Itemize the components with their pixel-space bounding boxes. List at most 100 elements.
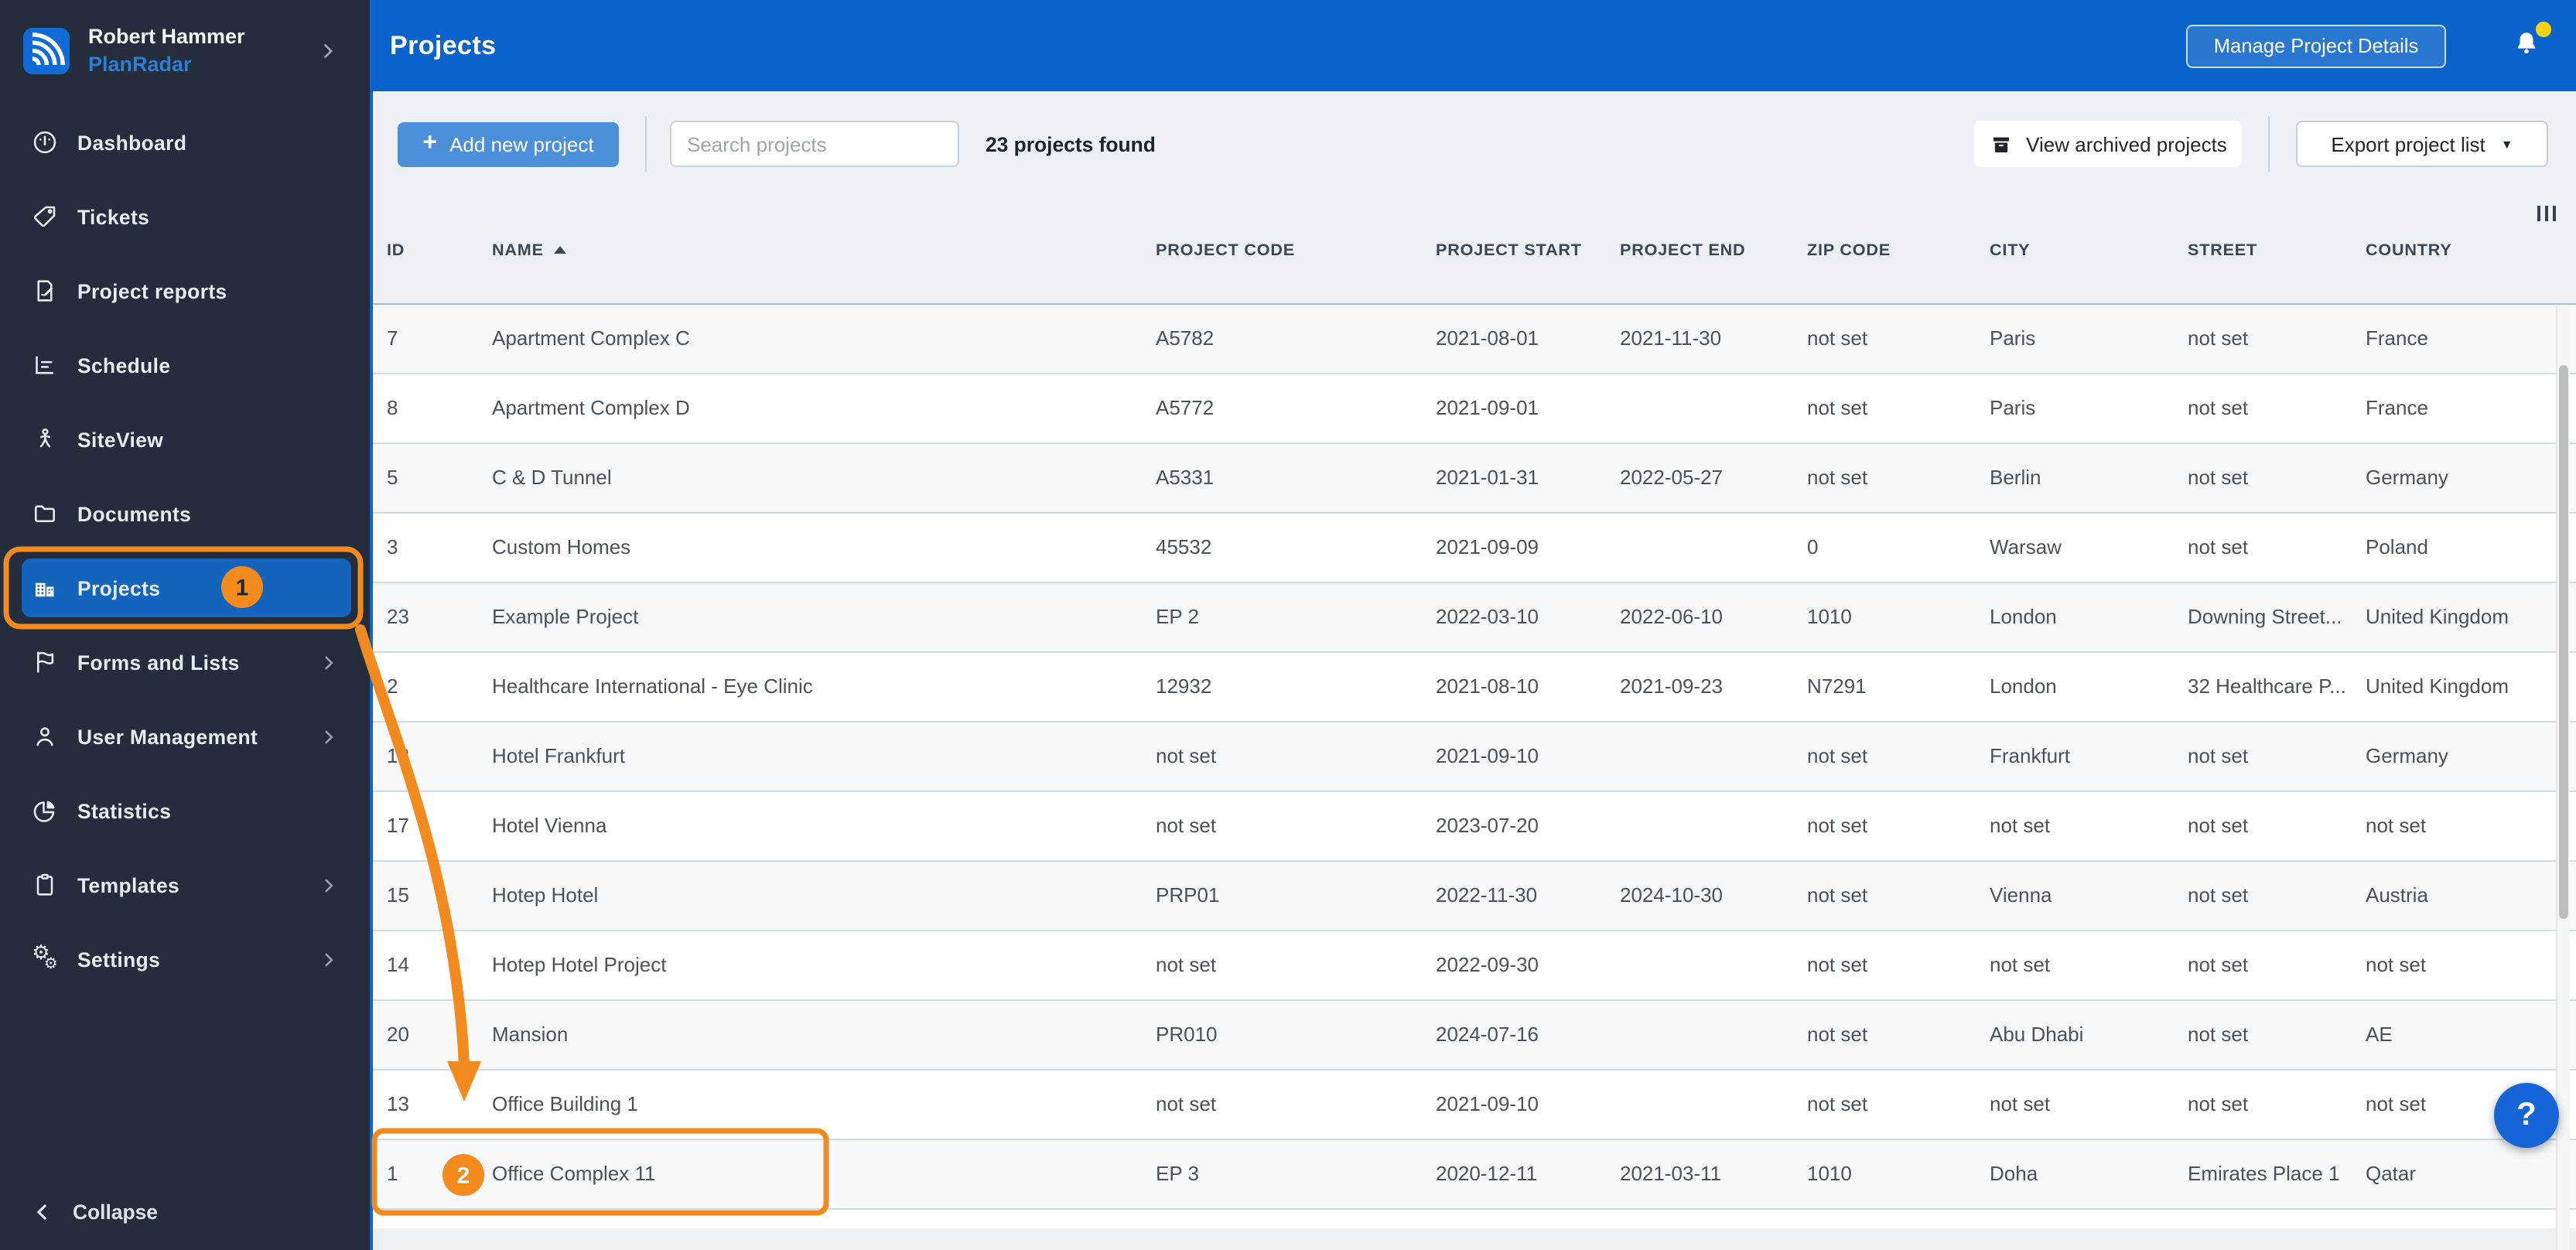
- folder-icon: [35, 505, 55, 523]
- cell-city: Doha: [1990, 1162, 2038, 1185]
- column-header-city[interactable]: CITY: [1990, 241, 2188, 259]
- cell-project-start: 2021-09-10: [1436, 744, 1539, 767]
- column-header-zip-code[interactable]: ZIP CODE: [1807, 241, 1990, 259]
- column-header-street[interactable]: STREET: [2188, 241, 2366, 259]
- sidebar-item-statistics[interactable]: Statistics: [0, 774, 370, 848]
- sidebar-item-documents[interactable]: Documents: [0, 476, 370, 551]
- cell-project-code: 12932: [1156, 675, 1212, 698]
- sidebar-item-tickets[interactable]: Tickets: [0, 179, 370, 254]
- sidebar-item-label: Tickets: [77, 205, 150, 228]
- chevron-left-icon: [36, 1204, 46, 1219]
- table-row[interactable]: 3 Custom Homes 45532 2021-09-09 0 Warsaw…: [373, 514, 2576, 583]
- notification-dot: [2536, 21, 2551, 36]
- cell-id: 20: [387, 1023, 409, 1046]
- help-button[interactable]: ?: [2494, 1083, 2559, 1148]
- cell-country: United Kingdom: [2366, 675, 2509, 698]
- cell-name: Custom Homes: [492, 535, 631, 558]
- sidebar-item-label: Dashboard: [77, 131, 187, 154]
- column-header-name[interactable]: NAME: [492, 241, 1156, 259]
- cell-name: Office Building 1: [492, 1092, 638, 1115]
- cell-project-start: 2021-09-01: [1436, 396, 1539, 419]
- sidebar-item-project-reports[interactable]: Project reports: [0, 254, 370, 328]
- tag-icon: [34, 206, 56, 227]
- column-header-id[interactable]: ID: [387, 241, 492, 259]
- table-row[interactable]: 13 Office Building 1 not set 2021-09-10 …: [373, 1071, 2576, 1140]
- cell-zip-code: not set: [1807, 466, 1868, 489]
- table-row[interactable]: 20 Mansion PR010 2024-07-16 not set Abu …: [373, 1001, 2576, 1071]
- cell-city: Frankfurt: [1990, 744, 2071, 767]
- cell-name: Apartment Complex D: [492, 396, 690, 419]
- dashboard-icon: [33, 131, 56, 154]
- sidebar-item-templates[interactable]: Templates: [0, 848, 370, 922]
- cell-id: 12: [387, 744, 409, 767]
- column-header-project-code[interactable]: PROJECT CODE: [1156, 241, 1436, 259]
- cell-street: 32 Healthcare P...: [2188, 675, 2346, 698]
- table-row[interactable]: 15 Hotep Hotel PRP01 2022-11-30 2024-10-…: [373, 862, 2576, 931]
- sidebar-item-schedule[interactable]: Schedule: [0, 328, 370, 402]
- sidebar-item-label: User Management: [77, 725, 258, 748]
- sidebar-item-dashboard[interactable]: Dashboard: [0, 105, 370, 179]
- table-row[interactable]: 14 Hotep Hotel Project not set 2022-09-3…: [373, 931, 2576, 1001]
- cell-city: Berlin: [1990, 466, 2041, 489]
- cell-name: Hotep Hotel: [492, 883, 599, 907]
- view-archived-projects-button[interactable]: View archived projects: [1974, 121, 2242, 167]
- chevron-right-icon: [325, 878, 333, 892]
- sidebar-item-siteview[interactable]: SiteView: [0, 402, 370, 476]
- column-header-project-end[interactable]: PROJECT END: [1620, 241, 1807, 259]
- export-project-list-button[interactable]: Export project list ▼: [2296, 121, 2548, 167]
- table-row-highlighted[interactable]: 1 Office Complex 11 EP 3 2020-12-11 2021…: [373, 1140, 2576, 1210]
- cell-zip-code: not set: [1807, 953, 1868, 976]
- table-row[interactable]: 17 Hotel Vienna not set 2023-07-20 not s…: [373, 792, 2576, 862]
- cell-country: Germany: [2366, 744, 2448, 767]
- table-row[interactable]: 8 Apartment Complex D A5772 2021-09-01 n…: [373, 374, 2576, 444]
- search-projects-input[interactable]: [670, 121, 959, 167]
- table-row[interactable]: 2 Healthcare International - Eye Clinic …: [373, 653, 2576, 722]
- cell-project-end: [1620, 374, 1807, 442]
- account-switcher[interactable]: Robert Hammer PlanRadar: [0, 0, 370, 101]
- cell-project-code: A5331: [1156, 466, 1215, 489]
- cell-project-end: [1620, 1001, 1807, 1069]
- cell-project-code: not set: [1156, 814, 1217, 837]
- chevron-right-icon: [325, 655, 333, 669]
- cell-name: Healthcare International - Eye Clinic: [492, 675, 813, 698]
- horizontal-scroll-area[interactable]: [373, 1228, 2576, 1250]
- cell-id: 5: [387, 466, 398, 489]
- cell-project-end: [1620, 514, 1807, 582]
- sidebar-collapse-button[interactable]: Collapse: [0, 1188, 158, 1235]
- notifications-button[interactable]: [2511, 21, 2551, 64]
- add-new-project-button[interactable]: + Add new project: [398, 121, 619, 166]
- cell-project-start: 2021-01-31: [1436, 466, 1539, 489]
- collapse-label: Collapse: [73, 1200, 158, 1223]
- table-row[interactable]: 5 C & D Tunnel A5331 2021-01-31 2022-05-…: [373, 444, 2576, 514]
- toolbar-divider: [645, 116, 647, 172]
- toolbar: +Add new project 23 projects found View …: [373, 91, 2576, 196]
- sidebar-item-forms-and-lists[interactable]: Forms and Lists: [0, 625, 370, 699]
- sidebar-item-settings[interactable]: ⚙ ⚙ Settings: [0, 922, 370, 996]
- sidebar-item-user-management[interactable]: User Management: [0, 699, 370, 774]
- manage-project-details-button[interactable]: Manage Project Details: [2186, 24, 2446, 67]
- cell-street: not set: [2188, 883, 2249, 907]
- clipboard-icon: [36, 873, 53, 896]
- column-header-country[interactable]: COUNTRY: [2366, 241, 2576, 259]
- cell-project-end: 2021-09-23: [1620, 675, 1723, 698]
- column-settings-icon[interactable]: [2537, 206, 2556, 221]
- sidebar-item-projects[interactable]: Projects: [22, 558, 351, 617]
- cell-project-code: 45532: [1156, 535, 1212, 558]
- sidebar-item-label: Documents: [77, 502, 192, 525]
- cell-project-end: [1620, 1071, 1807, 1139]
- cell-project-start: 2020-12-11: [1436, 1162, 1538, 1185]
- column-header-project-start[interactable]: PROJECT START: [1436, 241, 1620, 259]
- vertical-scrollbar-thumb[interactable]: [2558, 365, 2567, 919]
- cell-city: London: [1990, 675, 2057, 698]
- table-row[interactable]: 12 Hotel Frankfurt not set 2021-09-10 no…: [373, 722, 2576, 792]
- table-header: ID NAME PROJECT CODE PROJECT START PROJE…: [373, 196, 2576, 305]
- cell-id: 13: [387, 1092, 409, 1115]
- cell-project-start: 2022-03-10: [1436, 605, 1539, 628]
- table-row-partial: [373, 1210, 2576, 1228]
- cell-project-end: [1620, 722, 1807, 791]
- table-row[interactable]: 7 Apartment Complex C A5782 2021-08-01 2…: [373, 305, 2576, 374]
- brand-name: PlanRadar: [88, 52, 192, 75]
- cell-country: Austria: [2366, 883, 2428, 907]
- table-row[interactable]: 23 Example Project EP 2 2022-03-10 2022-…: [373, 583, 2576, 653]
- cell-zip-code: not set: [1807, 883, 1868, 907]
